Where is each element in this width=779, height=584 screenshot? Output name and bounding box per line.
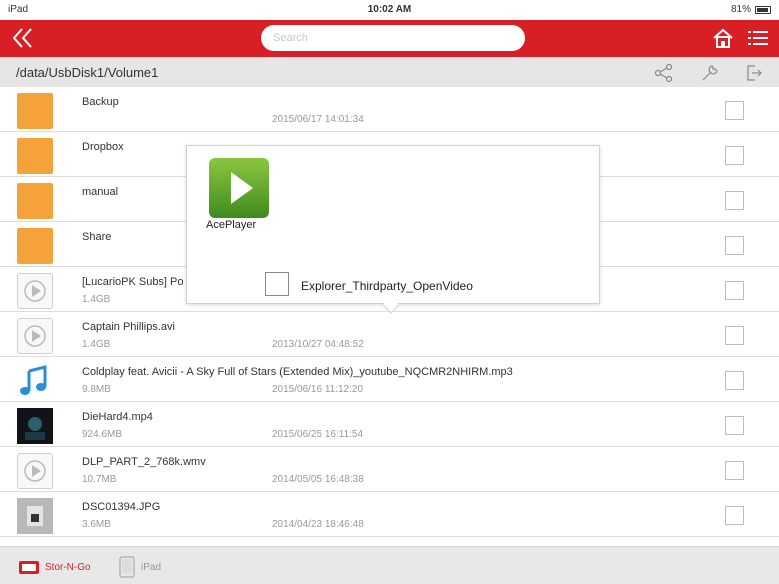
music-note-icon: [17, 363, 53, 399]
back-button[interactable]: [10, 26, 38, 50]
file-size: 10.7MB: [82, 474, 117, 485]
home-button[interactable]: [712, 28, 734, 48]
open-video-option-label: Explorer_Thirdparty_OpenVideo: [301, 279, 473, 293]
select-checkbox[interactable]: [725, 461, 744, 480]
aceplayer-app-button[interactable]: [209, 158, 269, 218]
aceplayer-play-icon: [231, 172, 253, 204]
file-name: Captain Phillips.avi: [82, 321, 175, 333]
file-name: manual: [82, 186, 119, 198]
video-file-icon: [17, 453, 53, 489]
open-with-popup: AcePlayer Explorer_Thirdparty_OpenVideo: [186, 145, 600, 314]
list-item[interactable]: Coldplay feat. Avicii - A Sky Full of St…: [0, 357, 779, 402]
exit-button[interactable]: [744, 63, 764, 83]
exit-icon: [747, 65, 762, 81]
folder-icon: [17, 228, 53, 264]
battery-icon: [755, 5, 771, 14]
select-checkbox[interactable]: [725, 281, 744, 300]
file-size: 3.6MB: [82, 519, 111, 530]
wrench-icon: [702, 65, 718, 81]
file-name: Backup: [82, 96, 119, 108]
file-size: 9.8MB: [82, 384, 111, 395]
status-bar: iPad 10:02 AM 81%: [0, 0, 779, 20]
select-checkbox[interactable]: [725, 506, 744, 525]
current-path: /data/UsbDisk1/Volume1: [16, 65, 159, 80]
file-date: 2013/10/27 04:48:52: [272, 339, 364, 350]
video-file-icon: [17, 273, 53, 309]
select-checkbox[interactable]: [725, 236, 744, 255]
double-chevron-left-icon: [12, 28, 32, 48]
list-menu-icon: [748, 31, 768, 45]
select-checkbox[interactable]: [725, 101, 744, 120]
file-name: Dropbox: [82, 141, 124, 153]
menu-button[interactable]: [748, 29, 768, 47]
share-icon: [654, 63, 673, 83]
select-checkbox[interactable]: [725, 191, 744, 210]
music-note-glyph: [20, 365, 47, 395]
play-icon: [24, 460, 46, 482]
list-item[interactable]: DieHard4.mp4 924.6MB 2015/06/25 16:11:54: [0, 402, 779, 447]
file-name: [LucarioPK Subs] Po: [82, 276, 184, 288]
file-size: 1.4GB: [82, 294, 111, 305]
select-checkbox[interactable]: [725, 416, 744, 435]
list-item[interactable]: Captain Phillips.avi 1.4GB 2013/10/27 04…: [0, 312, 779, 357]
file-name: Coldplay feat. Avicii - A Sky Full of St…: [82, 366, 513, 378]
open-video-checkbox[interactable]: [265, 272, 289, 296]
file-date: 2015/06/17 14:01:34: [272, 114, 364, 125]
top-bar: [0, 20, 779, 57]
share-button[interactable]: [654, 63, 674, 83]
file-date: 2015/06/25 16:11:54: [272, 429, 364, 440]
folder-icon: [17, 138, 53, 174]
file-name: DieHard4.mp4: [82, 411, 153, 423]
file-date: 2014/04/23 18:46:48: [272, 519, 364, 530]
tab-stor-n-go[interactable]: Stor-N-Go: [18, 555, 91, 579]
select-checkbox[interactable]: [725, 146, 744, 165]
folder-icon: [17, 93, 53, 129]
file-date: 2014/05/05 16:48:38: [272, 474, 364, 485]
folder-icon: [17, 183, 53, 219]
battery-percent: 81%: [730, 4, 751, 15]
status-right: 81%: [731, 4, 771, 15]
play-icon: [24, 325, 46, 347]
movie-still-icon: [25, 417, 45, 440]
ipad-device-icon: [119, 556, 135, 578]
photo-thumbnail: [17, 498, 53, 534]
file-date: 2015/06/16 11:12:20: [272, 384, 364, 395]
file-name: DLP_PART_2_768k.wmv: [82, 456, 206, 468]
play-icon: [24, 280, 46, 302]
status-time: 10:02 AM: [367, 4, 412, 15]
list-item[interactable]: DLP_PART_2_768k.wmv 10.7MB 2014/05/05 16…: [0, 447, 779, 492]
tools-button[interactable]: [700, 63, 720, 83]
video-thumbnail: [17, 408, 53, 444]
search-input[interactable]: [261, 25, 525, 51]
file-name: DSC01394.JPG: [82, 501, 161, 513]
select-checkbox[interactable]: [725, 371, 744, 390]
app-name-label: AcePlayer: [206, 219, 257, 231]
bottom-tab-bar: Stor-N-Go iPad: [0, 546, 779, 584]
photo-still-icon: [17, 498, 53, 534]
file-size: 924.6MB: [82, 429, 123, 440]
list-item[interactable]: Backup 2015/06/17 14:01:34: [0, 87, 779, 132]
tab-ipad[interactable]: iPad: [118, 555, 161, 579]
file-size: 1.4GB: [82, 339, 111, 350]
file-name: Share: [82, 231, 112, 243]
tab-stor-n-go-label: Stor-N-Go: [45, 561, 91, 573]
home-icon: [713, 28, 733, 48]
select-checkbox[interactable]: [725, 326, 744, 345]
path-bar: /data/UsbDisk1/Volume1: [0, 57, 779, 87]
list-item[interactable]: DSC01394.JPG 3.6MB 2014/04/23 18:46:48: [0, 492, 779, 537]
tab-ipad-label: iPad: [141, 561, 162, 573]
video-file-icon: [17, 318, 53, 354]
stor-n-go-drive-icon: [19, 561, 39, 574]
